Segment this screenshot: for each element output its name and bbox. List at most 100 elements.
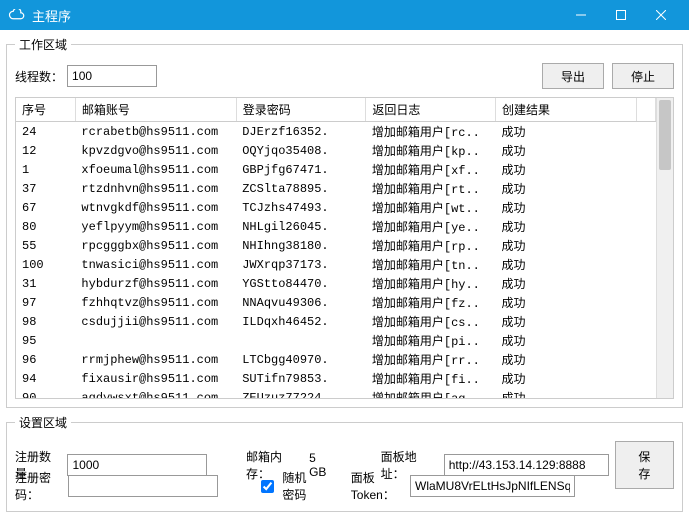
table-row[interactable]: 100tnwasici@hs9511.comJWXrqp37173.增加邮箱用户… — [16, 255, 656, 274]
cell-log: 增加邮箱用户[xf.. — [366, 160, 496, 179]
table-row[interactable]: 97fzhhqtvz@hs9511.comNNAqvu49306.增加邮箱用户[… — [16, 293, 656, 312]
cell-res: 成功 — [496, 236, 636, 255]
cell-res: 成功 — [496, 198, 636, 217]
table-row[interactable]: 24rcrabetb@hs9511.comDJErzf16352.增加邮箱用户[… — [16, 122, 656, 142]
thread-count-input[interactable] — [67, 65, 157, 87]
cell-pwd: NNAqvu49306. — [236, 293, 366, 312]
cell-log: 增加邮箱用户[pi.. — [366, 331, 496, 350]
table-row[interactable]: 90agdywsxt@hs9511.comZEUzuz77224.增加邮箱用户[… — [16, 388, 656, 398]
cell-res: 成功 — [496, 179, 636, 198]
cell-pwd: DJErzf16352. — [236, 122, 366, 142]
table-row[interactable]: 55rpcgggbx@hs9511.comNHIhng38180.增加邮箱用户[… — [16, 236, 656, 255]
random-pwd-checkbox[interactable] — [261, 480, 274, 493]
cell-pwd: ZEUzuz77224. — [236, 388, 366, 398]
cell-seq: 55 — [16, 236, 75, 255]
cell-seq: 97 — [16, 293, 75, 312]
cell-log: 增加邮箱用户[hy.. — [366, 274, 496, 293]
settings-area-group: 设置区域 注册数量 邮箱内存： 5 GB 面板地址： 保存 注册密码： 随机密码… — [6, 414, 683, 512]
minimize-button[interactable] — [561, 0, 601, 30]
maximize-button[interactable] — [601, 0, 641, 30]
cell-seq: 94 — [16, 369, 75, 388]
data-table-wrap: 序号 邮箱账号 登录密码 返回日志 创建结果 24rcrabetb@hs9511… — [15, 97, 674, 399]
titlebar: 主程序 — [0, 0, 689, 30]
cell-log: 增加邮箱用户[rc.. — [366, 122, 496, 142]
cell-seq: 100 — [16, 255, 75, 274]
cell-pwd: GBPjfg67471. — [236, 160, 366, 179]
table-row[interactable]: 96rrmjphew@hs9511.comLTCbgg40970.增加邮箱用户[… — [16, 350, 656, 369]
cell-log: 增加邮箱用户[fi.. — [366, 369, 496, 388]
cell-seq: 1 — [16, 160, 75, 179]
cell-email — [75, 331, 236, 350]
settings-area-legend: 设置区域 — [15, 414, 71, 431]
cell-res: 成功 — [496, 274, 636, 293]
col-pwd[interactable]: 登录密码 — [236, 98, 366, 122]
cell-log: 增加邮箱用户[ag.. — [366, 388, 496, 398]
stop-button[interactable]: 停止 — [612, 63, 674, 89]
panel-token-input[interactable] — [410, 475, 575, 497]
col-seq[interactable]: 序号 — [16, 98, 75, 122]
cell-email: kpvzdgvo@hs9511.com — [75, 141, 236, 160]
cell-res: 成功 — [496, 122, 636, 142]
cell-email: agdywsxt@hs9511.com — [75, 388, 236, 398]
export-button[interactable]: 导出 — [542, 63, 604, 89]
cell-email: csdujjii@hs9511.com — [75, 312, 236, 331]
cell-log: 增加邮箱用户[rt.. — [366, 179, 496, 198]
cell-res: 成功 — [496, 312, 636, 331]
table-row[interactable]: 12kpvzdgvo@hs9511.comOQYjqo35408.增加邮箱用户[… — [16, 141, 656, 160]
cell-seq: 90 — [16, 388, 75, 398]
cell-res: 成功 — [496, 331, 636, 350]
cell-res: 成功 — [496, 217, 636, 236]
app-icon — [8, 6, 26, 24]
cell-pwd: YGStto84470. — [236, 274, 366, 293]
save-button[interactable]: 保存 — [615, 441, 674, 489]
cell-res: 成功 — [496, 255, 636, 274]
table-row[interactable]: 37rtzdnhvn@hs9511.comZCSlta78895.增加邮箱用户[… — [16, 179, 656, 198]
col-email[interactable]: 邮箱账号 — [75, 98, 236, 122]
cell-seq: 31 — [16, 274, 75, 293]
cell-seq: 96 — [16, 350, 75, 369]
table-row[interactable]: 95 增加邮箱用户[pi..成功 — [16, 331, 656, 350]
vertical-scrollbar[interactable] — [656, 98, 673, 398]
cell-log: 增加邮箱用户[wt.. — [366, 198, 496, 217]
cell-email: fzhhqtvz@hs9511.com — [75, 293, 236, 312]
cell-seq: 98 — [16, 312, 75, 331]
close-button[interactable] — [641, 0, 681, 30]
reg-pwd-input[interactable] — [68, 475, 218, 497]
cell-pwd: LTCbgg40970. — [236, 350, 366, 369]
cell-seq: 80 — [16, 217, 75, 236]
table-row[interactable]: 80yeflpyym@hs9511.comNHLgil26045.增加邮箱用户[… — [16, 217, 656, 236]
panel-addr-input[interactable] — [444, 454, 609, 476]
scrollbar-thumb[interactable] — [659, 100, 671, 170]
cell-res: 成功 — [496, 388, 636, 398]
cell-res: 成功 — [496, 141, 636, 160]
thread-count-label: 线程数： — [15, 68, 63, 85]
window-title: 主程序 — [32, 6, 561, 25]
cell-email: fixausir@hs9511.com — [75, 369, 236, 388]
col-res[interactable]: 创建结果 — [496, 98, 636, 122]
reg-count-input[interactable] — [67, 454, 207, 476]
table-row[interactable]: 67wtnvgkdf@hs9511.comTCJzhs47493.增加邮箱用户[… — [16, 198, 656, 217]
col-log[interactable]: 返回日志 — [366, 98, 496, 122]
cell-pwd: NHIhng38180. — [236, 236, 366, 255]
cell-log: 增加邮箱用户[rr.. — [366, 350, 496, 369]
cell-log: 增加邮箱用户[fz.. — [366, 293, 496, 312]
table-row[interactable]: 31hybdurzf@hs9511.comYGStto84470.增加邮箱用户[… — [16, 274, 656, 293]
cell-seq: 12 — [16, 141, 75, 160]
cell-seq: 37 — [16, 179, 75, 198]
cell-res: 成功 — [496, 160, 636, 179]
table-row[interactable]: 94fixausir@hs9511.comSUTifn79853.增加邮箱用户[… — [16, 369, 656, 388]
cell-seq: 95 — [16, 331, 75, 350]
cell-seq: 24 — [16, 122, 75, 142]
panel-token-label: 面板Token： — [351, 469, 400, 503]
random-pwd-label: 随机密码 — [282, 469, 317, 503]
cell-pwd: OQYjqo35408. — [236, 141, 366, 160]
cell-email: yeflpyym@hs9511.com — [75, 217, 236, 236]
cell-email: tnwasici@hs9511.com — [75, 255, 236, 274]
table-row[interactable]: 1xfoeumal@hs9511.comGBPjfg67471.增加邮箱用户[x… — [16, 160, 656, 179]
cell-pwd: ILDqxh46452. — [236, 312, 366, 331]
table-row[interactable]: 98csdujjii@hs9511.comILDqxh46452.增加邮箱用户[… — [16, 312, 656, 331]
cell-res: 成功 — [496, 369, 636, 388]
cell-log: 增加邮箱用户[tn.. — [366, 255, 496, 274]
cell-res: 成功 — [496, 293, 636, 312]
cell-pwd: TCJzhs47493. — [236, 198, 366, 217]
